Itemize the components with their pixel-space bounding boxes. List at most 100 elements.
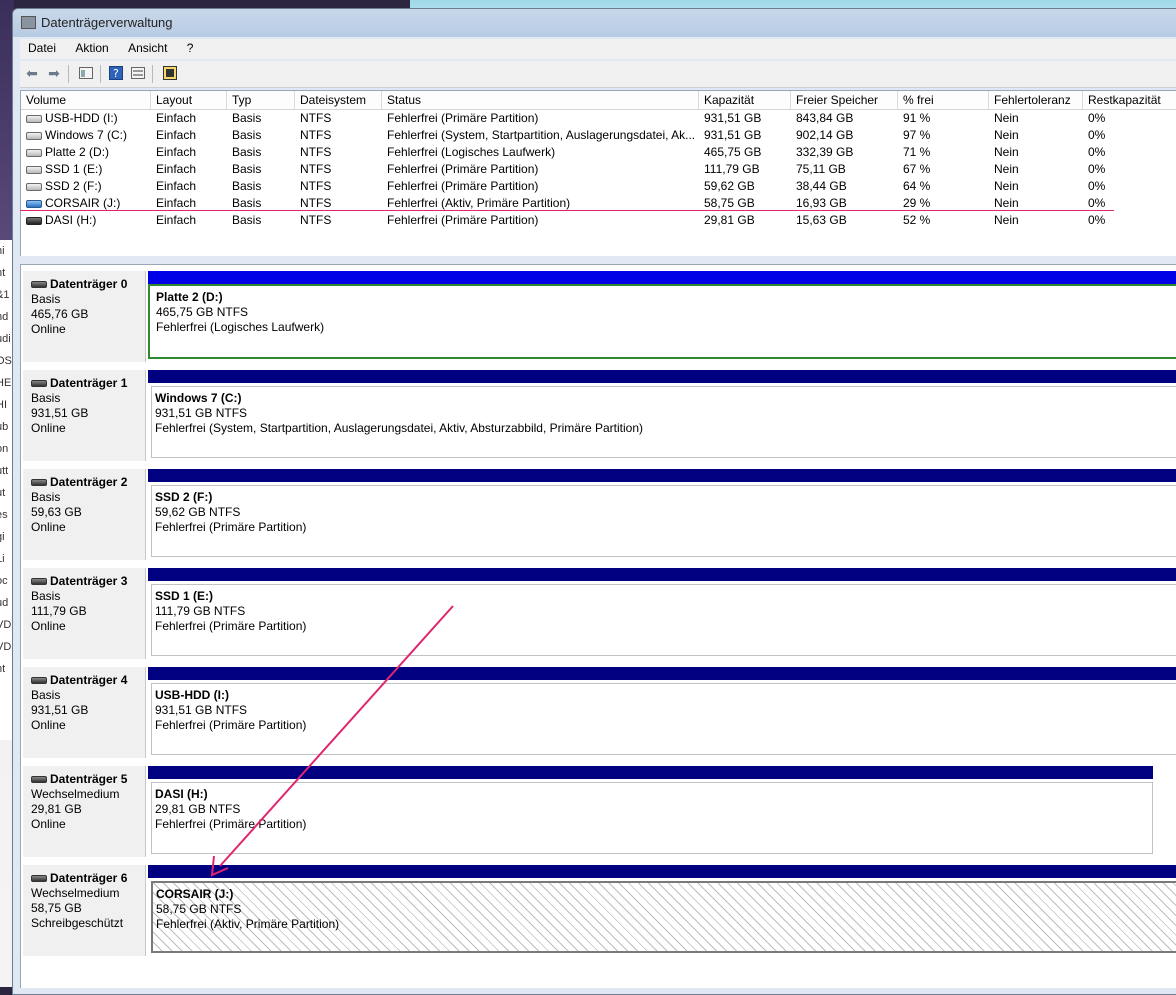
part-size: 111,79 GB NTFS — [155, 604, 246, 618]
disk-row: Datenträger 6 Wechselmedium 58,75 GB Schrei… — [21, 859, 1176, 958]
disk-row: Datenträger 3 Basis 111,79 GB Online SSD 1 (… — [21, 562, 1176, 661]
part-status: Fehlerfrei (Primäre Partition) — [155, 619, 307, 633]
menu-bar: Datei Aktion Ansicht ? — [20, 39, 1176, 59]
forward-arrow-icon[interactable]: ➡ — [46, 65, 62, 81]
disk-state: Online — [31, 520, 66, 534]
partition[interactable]: Platte 2 (D:) 465,75 GB NTFS Fehlerfrei (L… — [148, 271, 1176, 362]
volume-cell-frei: 38,44 GB — [796, 179, 847, 193]
volume-cell-kap: 29,81 GB — [704, 213, 755, 227]
back-arrow-icon[interactable]: ⬅ — [24, 65, 40, 81]
column-header-layout[interactable]: Layout — [151, 91, 227, 109]
volume-row[interactable]: DASI (H:) Einfach Basis NTFS Fehlerfrei (Pri… — [21, 212, 1176, 229]
part-size: 931,51 GB NTFS — [155, 703, 248, 717]
partition[interactable]: USB-HDD (I:) 931,51 GB NTFS Fehlerfrei (Pr… — [148, 667, 1176, 758]
partition-box[interactable]: SSD 2 (F:) 59,62 GB NTFS Fehlerfrei (Primä… — [151, 485, 1176, 557]
volume-row[interactable]: SSD 1 (E:) Einfach Basis NTFS Fehlerfrei (Pr… — [21, 161, 1176, 178]
column-header-prozent-frei[interactable]: % frei — [898, 91, 989, 109]
partition[interactable]: DASI (H:) 29,81 GB NTFS Fehlerfrei (Primär… — [148, 766, 1153, 857]
disk-graphical-view: Datenträger 0 Basis 465,76 GB Online Platte … — [20, 264, 1176, 988]
volume-cell-volume: Platte 2 (D:) — [21, 144, 151, 161]
partition[interactable]: CORSAIR (J:) 58,75 GB NTFS Fehlerfrei (Akt… — [148, 865, 1176, 956]
volume-cell-volume: SSD 1 (E:) — [21, 161, 151, 178]
partition-box[interactable]: SSD 1 (E:) 111,79 GB NTFS Fehlerfrei (Prim… — [151, 584, 1176, 656]
disk-size: 931,51 GB — [31, 703, 89, 717]
disk-name-text: Datenträger 1 — [50, 376, 128, 390]
disk-label[interactable]: Datenträger 5 Wechselmedium 29,81 GB Online — [23, 766, 146, 857]
removable-blue-icon — [26, 199, 42, 208]
volume-row[interactable]: Windows 7 (C:) Einfach Basis NTFS Fehlerfrei… — [21, 127, 1176, 144]
volume-cell-pct: 71 % — [903, 145, 931, 159]
disk-size: 111,79 GB — [31, 604, 87, 618]
partition[interactable]: SSD 2 (F:) 59,62 GB NTFS Fehlerfrei (Primä… — [148, 469, 1176, 560]
column-header-freier-speicher[interactable]: Freier Speicher — [791, 91, 898, 109]
partition-box[interactable]: DASI (H:) 29,81 GB NTFS Fehlerfrei (Primär… — [151, 782, 1153, 854]
disk-label[interactable]: Datenträger 4 Basis 931,51 GB Online — [23, 667, 146, 758]
menu-aktion[interactable]: Aktion — [67, 39, 116, 55]
volume-cell-fs: NTFS — [300, 213, 332, 227]
partition[interactable]: Windows 7 (C:) 931,51 GB NTFS Fehlerfrei (… — [148, 370, 1176, 461]
volume-cell-layout: Einfach — [156, 179, 197, 193]
properties-icon[interactable] — [130, 65, 146, 81]
disk-row: Datenträger 1 Basis 931,51 GB Online Windows… — [21, 364, 1176, 463]
volume-row[interactable]: Platte 2 (D:) Einfach Basis NTFS Fehlerfrei … — [21, 144, 1176, 161]
disk-row: Datenträger 0 Basis 465,76 GB Online Platte … — [21, 265, 1176, 364]
title-bar[interactable]: Datenträgerverwaltung — [13, 9, 1176, 37]
column-header-volume[interactable]: Volume — [21, 91, 151, 109]
disk-name-text: Datenträger 0 — [50, 277, 128, 291]
volume-cell-typ: Basis — [232, 111, 262, 125]
partition-box[interactable]: Windows 7 (C:) 931,51 GB NTFS Fehlerfrei (… — [151, 386, 1176, 458]
volume-name: Platte 2 (D:) — [45, 145, 110, 159]
disk-name: Datenträger 3 — [31, 568, 145, 589]
disk-label[interactable]: Datenträger 1 Basis 931,51 GB Online — [23, 370, 146, 461]
volume-cell-fs: NTFS — [300, 145, 332, 159]
console-tree-icon[interactable] — [78, 65, 94, 81]
menu-ansicht[interactable]: Ansicht — [120, 39, 175, 55]
help-icon[interactable]: ? — [108, 65, 124, 81]
column-header-fehlertoleranz[interactable]: Fehlertoleranz — [989, 91, 1083, 109]
volume-cell-pct: 91 % — [903, 111, 931, 125]
volume-cell-ft: Nein — [994, 162, 1019, 176]
disk-label[interactable]: Datenträger 3 Basis 111,79 GB Online — [23, 568, 146, 659]
part-size: 29,81 GB NTFS — [155, 802, 241, 816]
volume-cell-status: Fehlerfrei (Logisches Laufwerk) — [387, 145, 556, 159]
partition-title: DASI (H:) — [155, 787, 208, 801]
menu-datei[interactable]: Datei — [20, 39, 64, 55]
column-header-typ[interactable]: Typ — [227, 91, 295, 109]
column-header-kapazitaet[interactable]: Kapazität — [699, 91, 791, 109]
disk-type: Wechselmedium — [31, 886, 120, 900]
volume-cell-fs: NTFS — [300, 162, 332, 176]
volume-row[interactable]: SSD 2 (F:) Einfach Basis NTFS Fehlerfrei (Pr… — [21, 178, 1176, 195]
disk-label[interactable]: Datenträger 0 Basis 465,76 GB Online — [23, 271, 146, 362]
column-header-restkapazitaet[interactable]: Restkapazität — [1083, 91, 1176, 109]
drive-icon — [26, 114, 42, 123]
volume-cell-status: Fehlerfrei (System, Startpartition, Ausl… — [387, 128, 696, 142]
partition-title: Platte 2 (D:) — [156, 290, 223, 304]
disk-type: Basis — [31, 589, 61, 603]
volume-cell-fs: NTFS — [300, 179, 332, 193]
disk-size: 931,51 GB — [31, 406, 89, 420]
partition-box[interactable]: USB-HDD (I:) 931,51 GB NTFS Fehlerfrei (Pr… — [151, 683, 1176, 755]
disk-name: Datenträger 5 — [31, 766, 145, 787]
disk-state: Schreibgeschützt — [31, 916, 124, 930]
volume-cell-layout: Einfach — [156, 128, 197, 142]
disk-size: 59,63 GB — [31, 505, 82, 519]
disk-label[interactable]: Datenträger 6 Wechselmedium 58,75 GB Schrei… — [23, 865, 146, 956]
disk-state: Online — [31, 817, 66, 831]
column-header-status[interactable]: Status — [382, 91, 699, 109]
disk-name: Datenträger 6 — [31, 865, 145, 886]
volume-row[interactable]: USB-HDD (I:) Einfach Basis NTFS Fehlerfrei (… — [21, 110, 1176, 127]
disk-size: 465,76 GB — [31, 307, 89, 321]
volume-cell-layout: Einfach — [156, 162, 197, 176]
column-header-dateisystem[interactable]: Dateisystem — [295, 91, 382, 109]
pane-splitter[interactable] — [20, 256, 1176, 264]
volume-cell-pct: 97 % — [903, 128, 931, 142]
volume-cell-status: Fehlerfrei (Primäre Partition) — [387, 179, 539, 193]
partition[interactable]: SSD 1 (E:) 111,79 GB NTFS Fehlerfrei (Prim… — [148, 568, 1176, 659]
partition-title: Windows 7 (C:) — [155, 391, 242, 405]
partition-box[interactable]: CORSAIR (J:) 58,75 GB NTFS Fehlerfrei (Akt… — [151, 881, 1176, 953]
disk-settings-icon[interactable] — [162, 65, 178, 81]
partition-box[interactable]: Platte 2 (D:) 465,75 GB NTFS Fehlerfrei (L… — [148, 284, 1176, 359]
disk-label[interactable]: Datenträger 2 Basis 59,63 GB Online — [23, 469, 146, 560]
volume-cell-rest: 0% — [1088, 111, 1106, 125]
menu-help[interactable]: ? — [179, 39, 202, 55]
